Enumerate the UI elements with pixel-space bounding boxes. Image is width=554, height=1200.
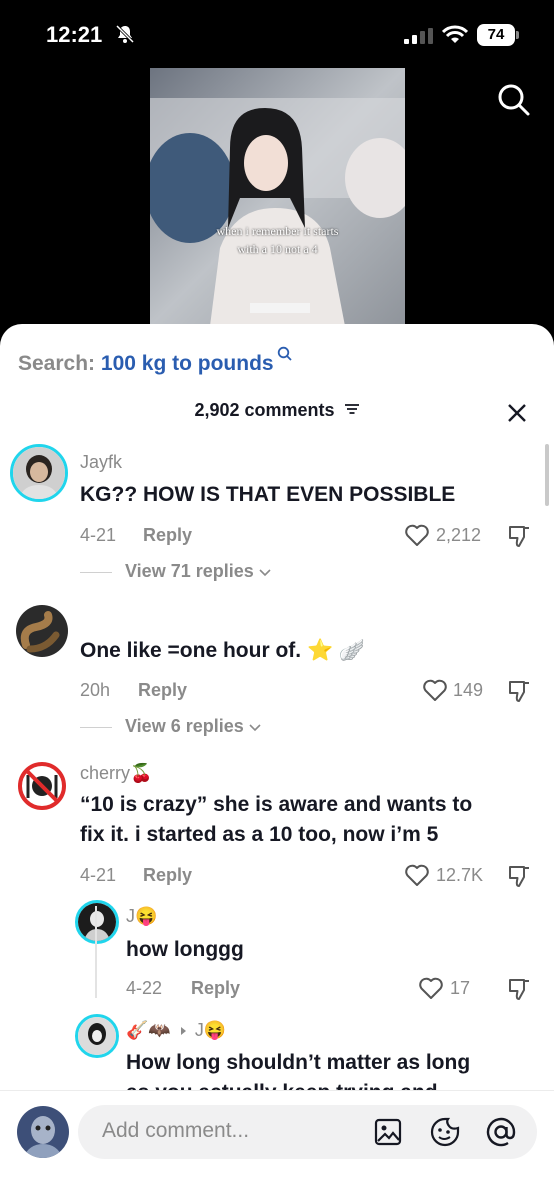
comment-text-line: fix it. i started as a 10 too, now i’m 5 [80,823,439,846]
view-replies-label: View 6 replies [125,716,244,736]
view-replies-button[interactable]: View 6 replies [125,716,261,737]
avatar[interactable] [16,605,68,657]
reply-button[interactable]: Reply [138,680,187,701]
status-time: 12:21 [46,22,103,47]
reply-to-username: J😝 [194,1020,227,1040]
comment-text: KG?? HOW IS THAT EVEN POSSIBLE [80,483,456,506]
like-count: 12.7K [436,865,484,885]
view-replies-label: View 71 replies [125,561,254,581]
chevron-down-icon [259,569,271,577]
heart-icon[interactable] [418,976,444,1000]
like-count: 2,212 [436,525,482,545]
reply-button[interactable]: Reply [143,865,192,886]
dislike-icon[interactable] [506,523,532,549]
search-icon[interactable] [496,82,532,118]
comment-text-line: “10 is crazy” she is aware and wants to [80,793,473,816]
video-caption-line: when i remember it starts [216,224,339,238]
like-count: 17 [450,978,471,998]
reply-text: how longgg [126,938,244,961]
search-prefix: Search: [18,352,96,375]
battery-icon: 74 [477,24,515,46]
my-avatar-image [17,1106,69,1158]
filter-icon[interactable] [344,402,360,416]
avatar[interactable] [75,1014,119,1058]
avatar-image [78,903,116,941]
signal-icon [404,28,433,44]
reply-username-text: 🎸🦇 [126,1020,171,1040]
bell-slash-icon [115,24,135,44]
heart-icon[interactable] [422,678,448,702]
replies-divider [80,572,112,573]
dislike-icon[interactable] [506,976,532,1002]
snake-avatar-image [16,605,68,657]
avatar-image [13,447,65,499]
search-suggestion[interactable]: Search: 100 kg to pounds [18,346,293,376]
comment-input[interactable]: Add comment... [78,1105,537,1159]
replies-divider [80,727,112,728]
avatar[interactable] [16,760,68,812]
video-thumbnail[interactable]: when i remember it starts with a 10 not … [150,68,405,326]
comment-text: One like =one hour of. ⭐ 🪽 [80,639,366,662]
my-avatar[interactable] [17,1106,69,1158]
avatar-image [78,1017,116,1055]
reply-thread-line [95,906,97,998]
scrollbar[interactable] [545,444,549,506]
video-caption-line: with a 10 not a 4 [237,242,318,256]
chevron-down-icon [249,724,261,732]
status-bar: 12:21 74 [0,0,554,68]
comment-username[interactable]: Jayfk [80,452,122,473]
video-caption: when i remember it starts with a 10 not … [150,222,405,258]
dislike-icon[interactable] [506,863,532,889]
battery-nub [516,31,519,39]
search-small-icon [278,346,293,361]
mention-icon[interactable] [486,1117,516,1147]
wifi-icon [442,25,468,43]
comment-placeholder: Add comment... [102,1119,250,1142]
avatar[interactable] [10,444,68,502]
comments-count-header: 2,902 comments [0,400,554,421]
comment-username[interactable]: cherry🍒 [80,763,152,784]
emoji-icon[interactable] [430,1117,460,1147]
reply-button[interactable]: Reply [191,978,240,999]
no-food-avatar-image [18,762,66,810]
reply-text-line: How long shouldn’t matter as long [126,1051,471,1074]
like-count: 149 [453,680,484,700]
reply-date: 4-22 [126,978,163,998]
heart-icon[interactable] [404,523,430,547]
comment-date: 20h [80,680,111,700]
view-replies-button[interactable]: View 71 replies [125,561,271,582]
video-frame [150,68,405,326]
reply-button[interactable]: Reply [143,525,192,546]
comment-composer: Add comment... [0,1090,554,1200]
comment-date: 4-21 [80,865,117,885]
dislike-icon[interactable] [506,678,532,704]
close-icon[interactable] [506,402,528,424]
reply-username[interactable]: J😝 [126,906,157,927]
reply-username[interactable]: 🎸🦇 J😝 [126,1020,226,1041]
heart-icon[interactable] [404,863,430,887]
comments-sheet: Search: 100 kg to pounds 2,902 comments [0,324,554,1199]
reply-arrow-icon [180,1027,186,1035]
comments-count: 2,902 comments [194,400,335,420]
image-icon[interactable] [374,1118,402,1146]
avatar[interactable] [75,900,119,944]
search-query[interactable]: 100 kg to pounds [101,352,274,375]
comment-date: 4-21 [80,525,117,545]
